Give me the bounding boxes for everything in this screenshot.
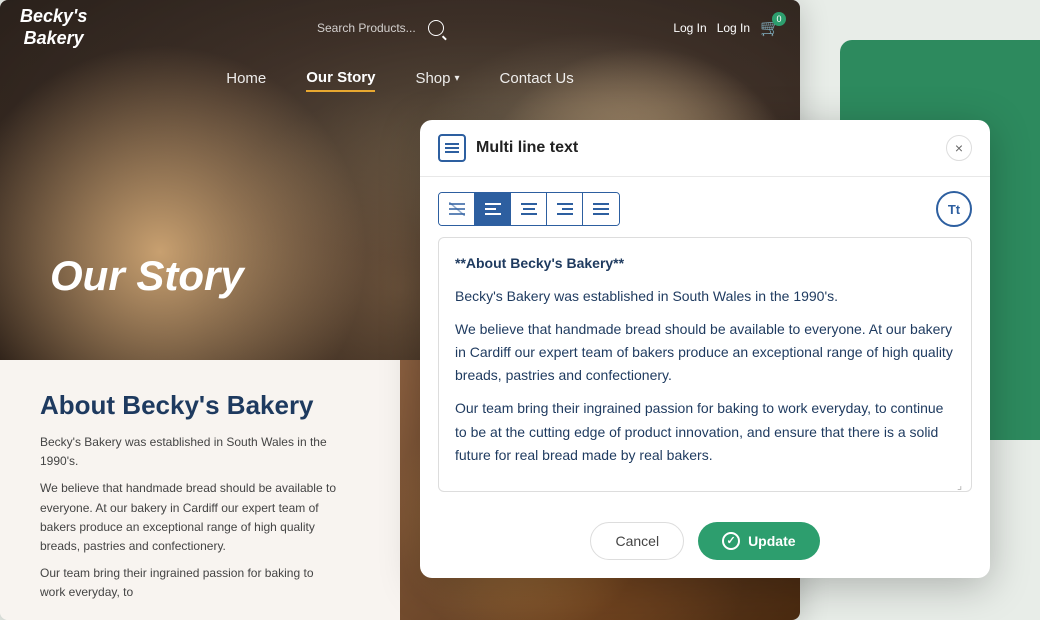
content-para2: We believe that handmade bread should be… [40,479,340,556]
chevron-down-icon: ▾ [455,73,460,84]
nav-item-our-story[interactable]: Our Story [306,69,375,92]
text-line1: **About Becky's Bakery** [455,252,955,275]
format-justify-button[interactable] [583,193,619,225]
format-toolbar: Tt [438,191,972,227]
format-button-group [438,192,620,226]
modal-header: Multi line text × [420,120,990,177]
hero-page-title: Our Story [50,252,244,300]
search-label: Search Products... [317,21,416,35]
format-align-center-button[interactable] [511,193,547,225]
modal-body: Tt **About Becky's Bakery** Becky's Bake… [420,177,990,506]
nav-search-area[interactable]: Search Products... [317,20,444,36]
update-button[interactable]: ✓ Update [698,522,819,560]
text-line4: Our team bring their ingrained passion f… [455,397,955,466]
nav-item-shop[interactable]: Shop ▾ [415,70,459,91]
modal-title: Multi line text [476,139,578,157]
shop-label: Shop [415,70,450,87]
nav-item-home[interactable]: Home [226,70,266,91]
content-para3: Our team bring their ingrained passion f… [40,564,340,602]
modal-header-left: Multi line text [438,134,578,162]
modal-footer: Cancel ✓ Update [420,506,990,578]
update-check-icon: ✓ [722,532,740,550]
cart-count: 0 [772,12,786,26]
format-align-left-button[interactable] [475,193,511,225]
format-align-right-button[interactable] [547,193,583,225]
cancel-button[interactable]: Cancel [590,522,684,560]
login-label[interactable]: Log In [673,21,706,35]
modal-dialog: Multi line text × [420,120,990,578]
nav-logo: Becky's Bakery [20,6,87,49]
font-size-button[interactable]: Tt [936,191,972,227]
text-line2: Becky's Bakery was established in South … [455,285,955,308]
nav-bar: Becky's Bakery Search Products... Log In… [0,0,800,55]
login-text[interactable]: Log In [717,21,750,35]
update-label: Update [748,533,795,549]
sub-nav: Home Our Story Shop ▾ Contact Us [0,55,800,105]
format-strikethrough-button[interactable] [439,193,475,225]
text-editor-area[interactable]: **About Becky's Bakery** Becky's Bakery … [438,237,972,492]
nav-actions: Log In Log In 🛒 0 [673,18,780,38]
nav-item-contact[interactable]: Contact Us [500,70,574,91]
text-line3: We believe that handmade bread should be… [455,318,955,387]
modal-icon [438,134,466,162]
modal-close-button[interactable]: × [946,135,972,161]
search-icon[interactable] [428,20,444,36]
resize-handle[interactable]: ⌟ [957,477,969,489]
content-para1: Becky's Bakery was established in South … [40,433,340,471]
cart-button[interactable]: 🛒 0 [760,18,780,38]
